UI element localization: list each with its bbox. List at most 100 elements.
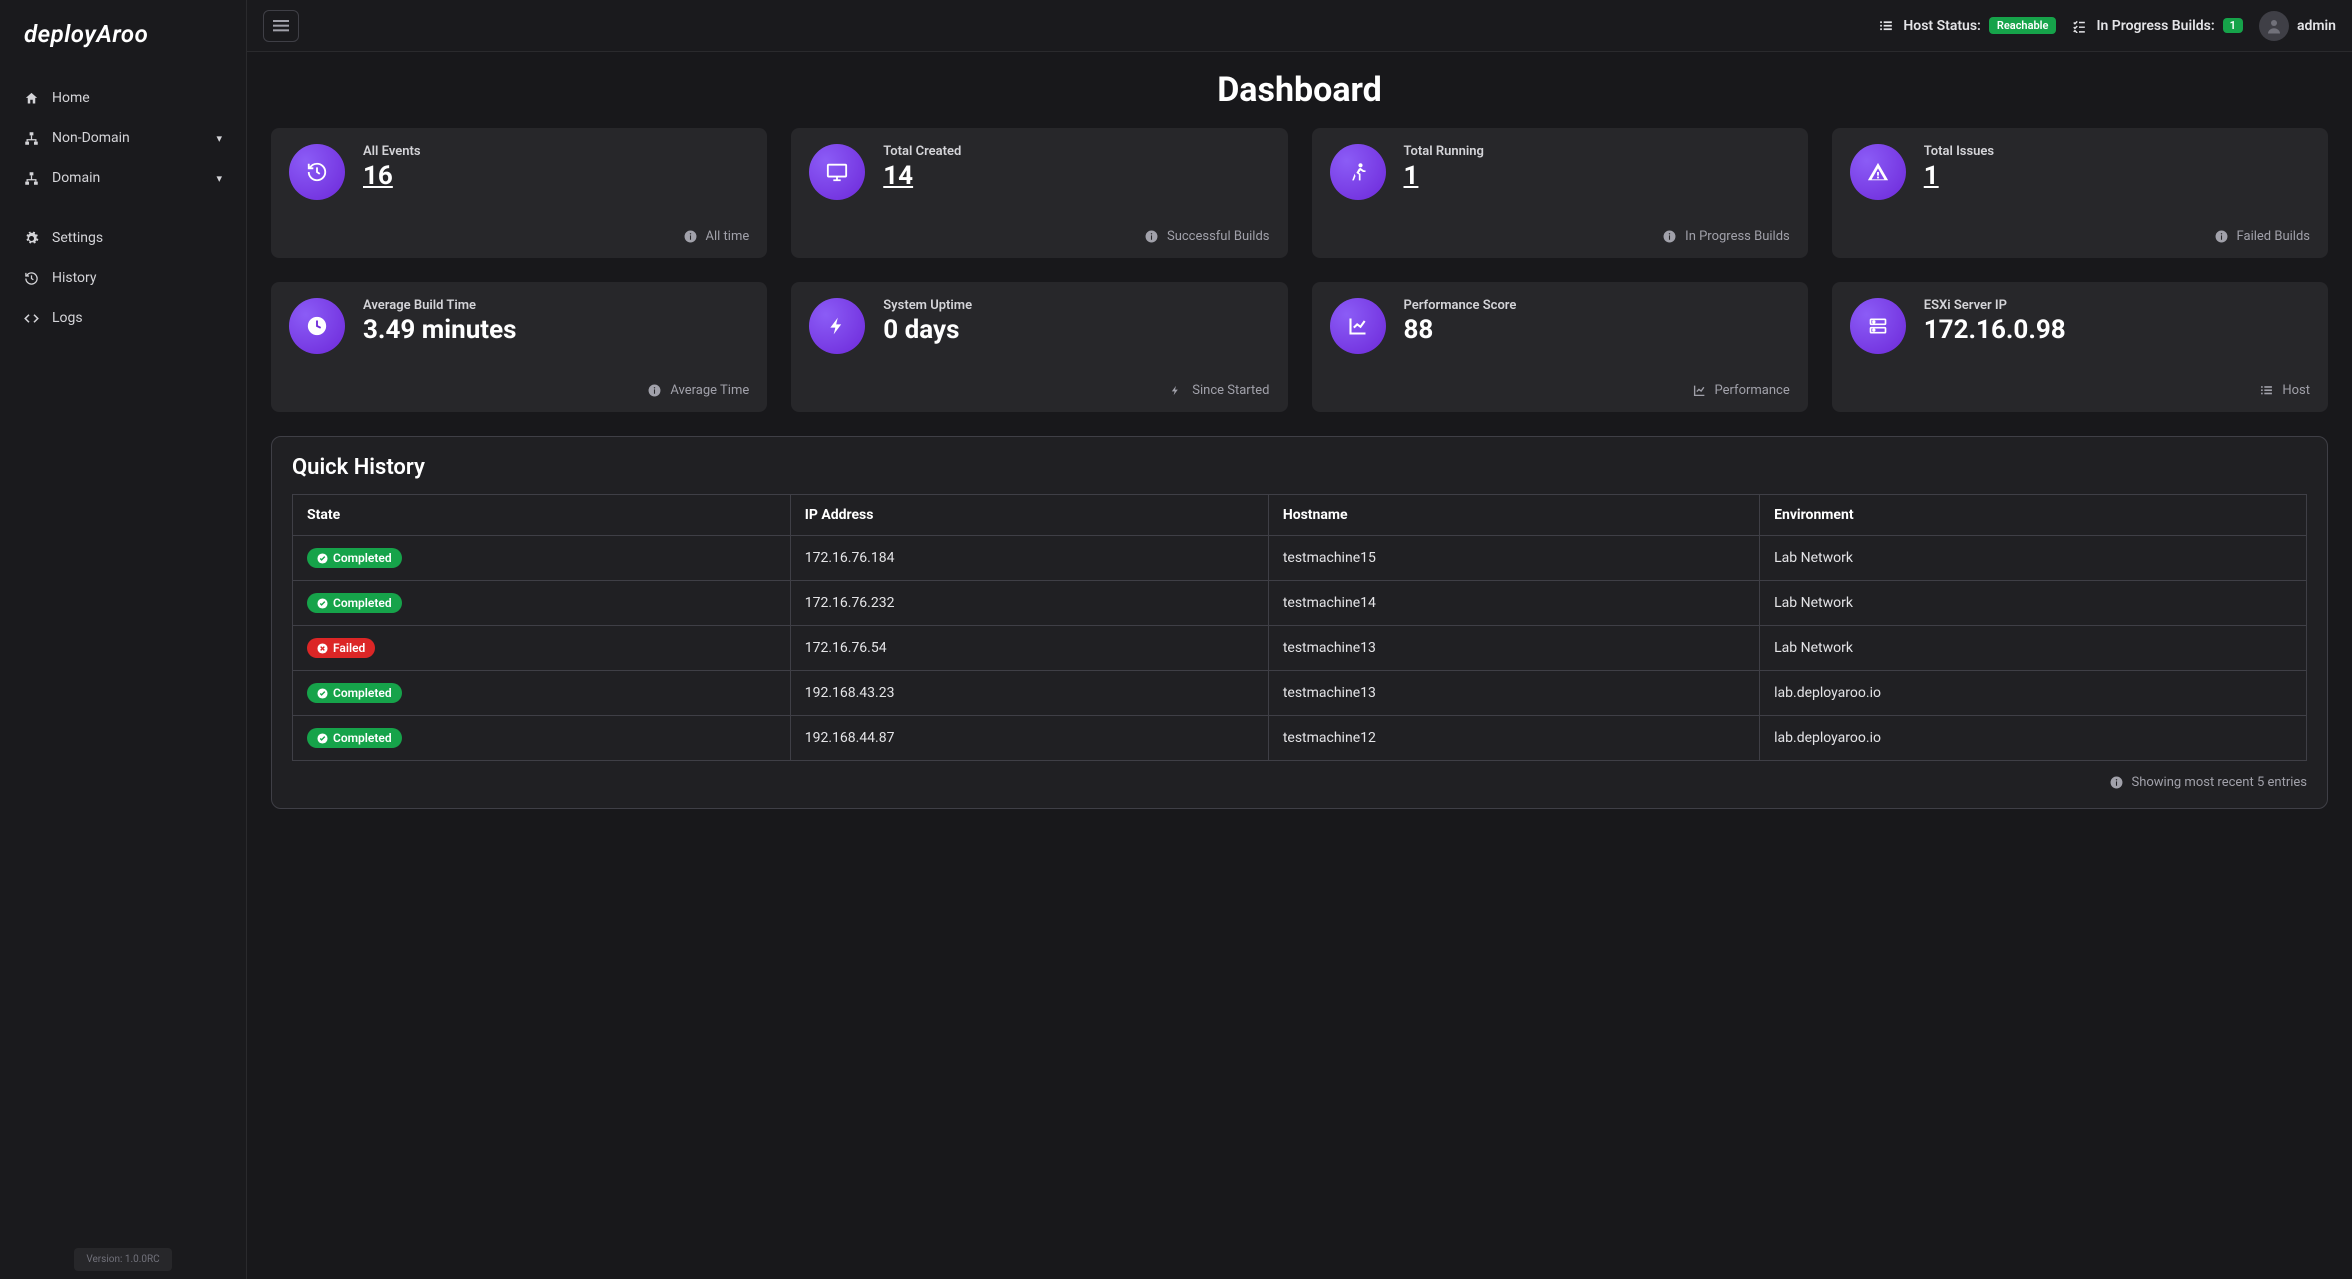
stat-card: ESXi Server IP 172.16.0.98 Host [1832, 282, 2328, 412]
history-footer: Showing most recent 5 entries [292, 775, 2307, 790]
info-icon [2215, 230, 2231, 243]
table-row[interactable]: Failed172.16.76.54testmachine13Lab Netwo… [293, 626, 2307, 671]
host-status-label: Host Status: [1903, 18, 1981, 34]
cell-env: lab.deployaroo.io [1760, 716, 2307, 761]
info-icon [648, 384, 664, 397]
col-environment: Environment [1760, 495, 2307, 536]
card-value[interactable]: 14 [883, 161, 1269, 191]
table-row[interactable]: Completed172.16.76.232testmachine14Lab N… [293, 581, 2307, 626]
card-value[interactable]: 16 [363, 161, 749, 191]
stats-cards: All Events16All timeTotal Created14Succe… [271, 128, 2328, 412]
cell-ip: 192.168.44.87 [790, 716, 1268, 761]
card-foot: All time [289, 229, 749, 244]
card-label: All Events [363, 144, 749, 159]
nav-logs[interactable]: Logs [0, 298, 246, 338]
nav-home[interactable]: Home [0, 78, 246, 118]
desktop-icon [809, 144, 865, 200]
nav-history[interactable]: History [0, 258, 246, 298]
cell-hostname: testmachine13 [1268, 626, 1759, 671]
cell-ip: 172.16.76.54 [790, 626, 1268, 671]
info-icon [2110, 776, 2126, 789]
stat-card: Average Build Time3.49 minutesAverage Ti… [271, 282, 767, 412]
running-icon [1330, 144, 1386, 200]
card-value: 172.16.0.98 [1924, 315, 2310, 345]
list-icon [1879, 19, 1895, 33]
cell-state: Completed [293, 716, 791, 761]
history-table: State IP Address Hostname Environment Co… [292, 494, 2307, 761]
cell-state: Completed [293, 536, 791, 581]
tasks-icon [2072, 19, 2088, 33]
nav-label: Domain [52, 170, 100, 186]
toggle-sidebar-button[interactable] [263, 10, 299, 42]
cell-state: Completed [293, 671, 791, 716]
card-foot-text: Average Time [670, 383, 749, 398]
status-badge: Failed [307, 638, 375, 658]
card-foot: Since Started [809, 383, 1269, 398]
sitemap-icon [24, 171, 40, 186]
cell-hostname: testmachine12 [1268, 716, 1759, 761]
host-status[interactable]: Host Status: Reachable [1879, 17, 2056, 34]
card-value[interactable]: 1 [1924, 161, 2310, 191]
stat-card: Total Running1In Progress Builds [1312, 128, 1808, 258]
status-badge: Completed [307, 683, 402, 703]
card-value: 0 days [883, 315, 1269, 345]
col-ip: IP Address [790, 495, 1268, 536]
table-row[interactable]: Completed 192.168.44.87testmachine12lab.d… [293, 716, 2307, 761]
chevron-down-icon: ▾ [216, 132, 222, 145]
col-hostname: Hostname [1268, 495, 1759, 536]
clock-icon [289, 298, 345, 354]
bolt-icon [1170, 384, 1186, 397]
cell-env: Lab Network [1760, 581, 2307, 626]
in-progress-builds[interactable]: In Progress Builds: 1 [2072, 18, 2243, 34]
card-foot: Host [1850, 383, 2310, 398]
card-label: Performance Score [1404, 298, 1790, 313]
card-value[interactable]: 1 [1404, 161, 1790, 191]
nav-settings[interactable]: Settings [0, 218, 246, 258]
cell-ip: 172.16.76.232 [790, 581, 1268, 626]
cell-state: Completed [293, 581, 791, 626]
nav-label: History [52, 270, 97, 286]
cell-hostname: testmachine15 [1268, 536, 1759, 581]
info-icon [1145, 230, 1161, 243]
card-foot: Average Time [289, 383, 749, 398]
card-foot-text: All time [706, 229, 750, 244]
card-foot-text: Failed Builds [2237, 229, 2310, 244]
cell-hostname: testmachine13 [1268, 671, 1759, 716]
card-label: ESXi Server IP [1924, 298, 2310, 313]
table-row[interactable]: Completed172.16.76.184testmachine15Lab N… [293, 536, 2307, 581]
card-foot-text: Performance [1715, 383, 1790, 398]
table-row[interactable]: Completed192.168.43.23testmachine13lab.d… [293, 671, 2307, 716]
nav-label: Logs [52, 310, 83, 326]
nav-domain[interactable]: Domain ▾ [0, 158, 246, 198]
nav-nondomain[interactable]: Non-Domain ▾ [0, 118, 246, 158]
panel-title: Quick History [292, 455, 2307, 480]
status-badge: Completed [307, 593, 402, 613]
history-icon [289, 144, 345, 200]
card-value: 88 [1404, 315, 1790, 345]
card-foot: Performance [1330, 383, 1790, 398]
chevron-down-icon: ▾ [216, 172, 222, 185]
cell-state: Failed [293, 626, 791, 671]
card-label: Total Issues [1924, 144, 2310, 159]
stat-card: Total Issues 1 Failed Builds [1832, 128, 2328, 258]
nav-label: Settings [52, 230, 103, 246]
page-title: Dashboard [271, 70, 2328, 110]
info-icon [684, 230, 700, 243]
status-badge: Completed [307, 728, 402, 748]
nav-label: Home [52, 90, 90, 106]
list-icon [2260, 384, 2276, 397]
home-icon [24, 91, 40, 106]
card-foot: Successful Builds [809, 229, 1269, 244]
card-label: Total Running [1404, 144, 1790, 159]
sidebar: deployAroo Home Non-Domain ▾ Domain [0, 0, 247, 1279]
col-state: State [293, 495, 791, 536]
card-label: System Uptime [883, 298, 1269, 313]
cell-ip: 172.16.76.184 [790, 536, 1268, 581]
history-footer-text: Showing most recent 5 entries [2132, 775, 2308, 790]
bolt-icon [809, 298, 865, 354]
cell-ip: 192.168.43.23 [790, 671, 1268, 716]
user-menu[interactable]: admin [2259, 11, 2336, 41]
cell-env: Lab Network [1760, 536, 2307, 581]
warning-icon [1850, 144, 1906, 200]
nav-label: Non-Domain [52, 130, 130, 146]
